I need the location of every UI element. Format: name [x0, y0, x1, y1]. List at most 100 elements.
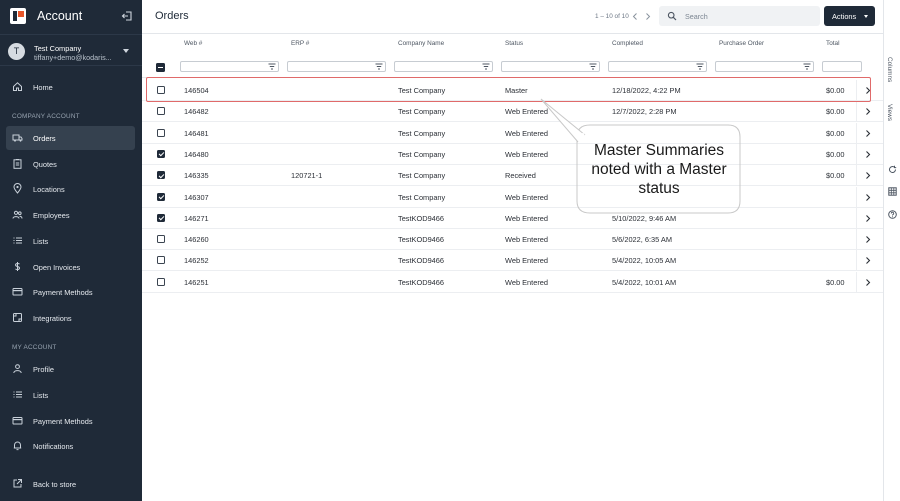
column-filter-input[interactable] — [501, 61, 600, 72]
row-divider — [856, 101, 857, 123]
chevron-right-icon[interactable] — [864, 171, 872, 180]
column-filter-input[interactable] — [608, 61, 707, 72]
row-checkbox[interactable] — [157, 235, 165, 244]
table-row[interactable]: 146271 TestKOD9466 Web Entered 5/10/2022, 9… — [142, 207, 883, 229]
chevron-right-icon[interactable] — [864, 235, 872, 244]
sidebar-item-label: Integrations — [33, 314, 72, 323]
cell-company: Test Company — [398, 128, 446, 138]
sidebar-item-locations[interactable]: Locations — [6, 177, 135, 201]
cell-status: Web Entered — [505, 235, 549, 245]
table-row[interactable]: 146252 TestKOD9466 Web Entered 5/4/2022, 10… — [142, 250, 883, 272]
table-row[interactable]: 146307 Test Company Web Entered — [142, 186, 883, 208]
chevron-right-icon[interactable] — [864, 150, 872, 159]
chevron-right-icon[interactable] — [864, 193, 872, 202]
row-checkbox[interactable] — [157, 171, 165, 180]
filter-icon[interactable] — [375, 63, 383, 70]
table-row[interactable]: 146482 Test Company Web Entered 12/7/2022, … — [142, 101, 883, 123]
column-filter-input[interactable] — [394, 61, 493, 72]
chevron-right-icon[interactable] — [864, 107, 872, 116]
cell-web: 146251 — [184, 277, 209, 287]
page-header: Orders 1 – 10 of 10 Actions — [142, 0, 883, 34]
grid-icon[interactable] — [888, 187, 897, 196]
sidebar-item-lists[interactable]: Lists — [6, 229, 135, 253]
chevron-left-icon[interactable] — [631, 12, 639, 21]
row-checkbox[interactable] — [157, 107, 165, 116]
pagination-range: 1 – 10 of 10 — [595, 13, 629, 20]
views-panel-tab[interactable]: Views — [886, 104, 893, 121]
column-header[interactable]: ERP # — [291, 40, 309, 47]
table-row[interactable]: 146480 Test Company Web Entered $0.00 — [142, 143, 883, 165]
sidebar-item-my-lists[interactable]: Lists — [6, 383, 135, 407]
sidebar-item-profile[interactable]: Profile — [6, 357, 135, 381]
chevron-right-icon[interactable] — [864, 278, 872, 287]
table-row[interactable]: 146260 TestKOD9466 Web Entered 5/6/2022, 6:… — [142, 229, 883, 251]
columns-panel-tab[interactable]: Columns — [886, 57, 893, 82]
actions-button[interactable]: Actions — [824, 6, 875, 26]
row-checkbox[interactable] — [157, 149, 165, 158]
filter-icon[interactable] — [268, 63, 276, 70]
cell-company: TestKOD9466 — [398, 256, 445, 266]
select-all-checkbox[interactable] — [156, 63, 165, 72]
filter-icon[interactable] — [589, 63, 597, 70]
sidebar-item-label: Orders — [33, 134, 56, 143]
column-header[interactable]: Status — [505, 40, 523, 47]
sidebar-item-label: Open Invoices — [33, 263, 81, 272]
dollar-icon — [14, 262, 21, 271]
sidebar-item-label: Locations — [33, 185, 65, 194]
chevron-right-icon[interactable] — [864, 214, 872, 223]
sidebar-item-integrations[interactable]: Integrations — [6, 306, 135, 330]
column-header[interactable]: Web # — [184, 40, 202, 47]
search-input[interactable] — [685, 10, 815, 22]
cell-total: $0.00 — [826, 107, 845, 117]
main-content: Orders 1 – 10 of 10 Actions Web # ERP # Co… — [142, 0, 883, 501]
column-header[interactable]: Company Name — [398, 40, 444, 47]
actions-label: Actions — [832, 11, 857, 21]
cell-web: 146252 — [184, 256, 209, 266]
sidebar-item-quotes[interactable]: Quotes — [6, 152, 135, 176]
cell-erp: 120721-1 — [291, 171, 323, 181]
row-checkbox[interactable] — [157, 128, 165, 137]
help-icon[interactable] — [888, 210, 897, 219]
cell-web: 146482 — [184, 107, 209, 117]
card-icon — [12, 417, 23, 425]
cell-completed: 5/4/2022, 10:05 AM — [612, 256, 677, 266]
row-checkbox[interactable] — [157, 192, 165, 201]
sidebar-item-employees[interactable]: Employees — [6, 203, 135, 227]
column-header[interactable]: Completed — [612, 40, 643, 47]
row-checkbox[interactable] — [157, 256, 165, 265]
filter-icon[interactable] — [803, 63, 811, 70]
row-checkbox[interactable] — [157, 277, 165, 286]
table-row[interactable]: 146481 Test Company Web Entered $0.00 — [142, 122, 883, 144]
row-checkbox[interactable] — [157, 213, 165, 222]
sidebar-item-notifications[interactable]: Notifications — [6, 434, 135, 458]
column-filter-input[interactable] — [287, 61, 386, 72]
filter-icon[interactable] — [482, 63, 490, 70]
sidebar-item-open-invoices[interactable]: Open Invoices — [6, 255, 135, 279]
sidebar-item-orders[interactable]: Orders — [6, 126, 135, 150]
column-filter-input[interactable] — [822, 61, 862, 72]
back-to-store-link[interactable]: Back to store — [6, 472, 135, 496]
sidebar-item-payment-methods[interactable]: Payment Methods — [6, 280, 135, 304]
column-filter-input[interactable] — [180, 61, 279, 72]
table-row[interactable]: 146251 TestKOD9466 Web Entered 5/4/2022, 10… — [142, 271, 883, 293]
column-filter-input[interactable] — [715, 61, 814, 72]
cell-status: Web Entered — [505, 256, 549, 266]
sidebar-item-my-payment-methods[interactable]: Payment Methods — [6, 409, 135, 433]
column-header[interactable]: Purchase Order — [719, 40, 764, 47]
pin-icon — [13, 183, 22, 194]
table-row[interactable]: 146335 120721-1 Test Company Received $0.00 — [142, 165, 883, 187]
sidebar-item-home[interactable]: Home — [6, 75, 135, 99]
search-box[interactable] — [659, 6, 820, 26]
column-header[interactable]: Total — [826, 40, 840, 47]
chevron-right-icon[interactable] — [644, 12, 652, 21]
filter-icon[interactable] — [696, 63, 704, 70]
account-switcher[interactable]: T Test Company tiffany+demo@kodaris... — [0, 34, 142, 66]
chevron-right-icon[interactable] — [864, 256, 872, 265]
sidebar-item-label: Notifications — [33, 442, 74, 451]
row-divider — [856, 186, 857, 208]
chevron-right-icon[interactable] — [864, 129, 872, 138]
sidebar-item-label: Payment Methods — [33, 288, 93, 297]
refresh-icon[interactable] — [888, 165, 897, 174]
table-header: Web # ERP # Company Name Status Completed Pur… — [142, 35, 862, 78]
collapse-sidebar-icon[interactable] — [121, 10, 133, 22]
